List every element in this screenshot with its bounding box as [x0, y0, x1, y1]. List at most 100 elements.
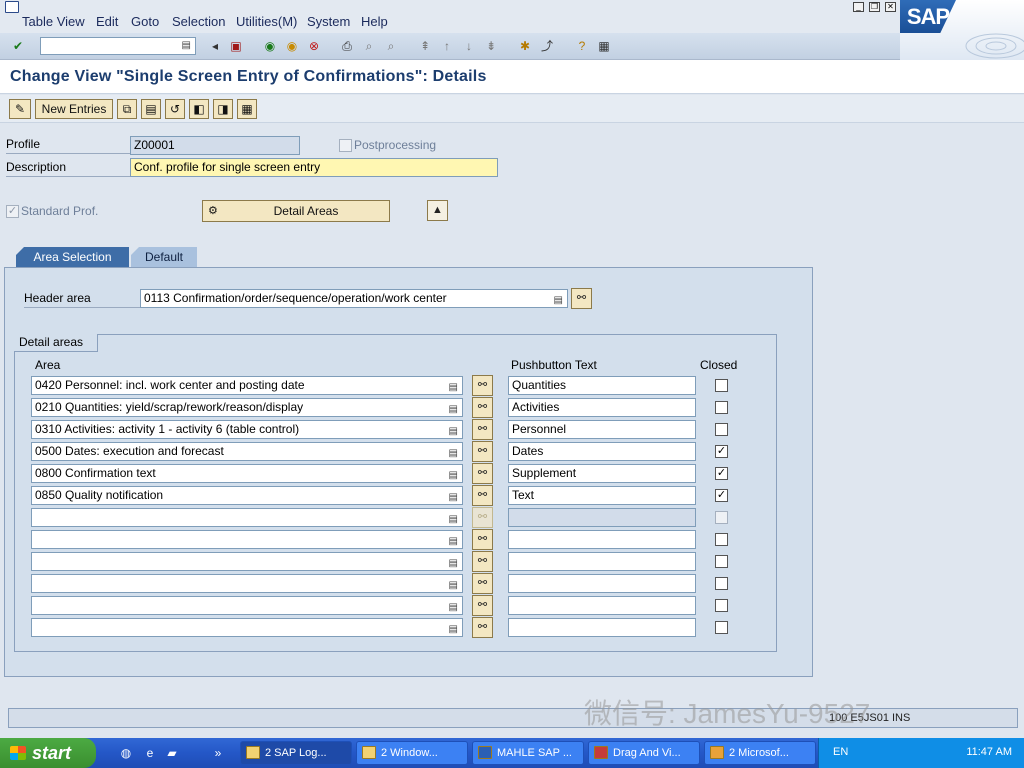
- value-help-icon[interactable]: ▤: [449, 533, 458, 548]
- pushbutton-text-field[interactable]: Supplement: [508, 464, 696, 483]
- closed-checkbox[interactable]: [715, 577, 728, 590]
- exit-icon[interactable]: ◉: [284, 38, 300, 54]
- value-help-icon[interactable]: ▤: [449, 555, 458, 570]
- closed-checkbox[interactable]: [715, 555, 728, 568]
- pushbutton-text-field[interactable]: [508, 552, 696, 571]
- task-drag-and-view[interactable]: Drag And Vi...: [588, 741, 700, 765]
- closed-checkbox[interactable]: [715, 621, 728, 634]
- detail-areas-button[interactable]: ⚙ Detail Areas: [202, 200, 390, 222]
- folder-icon[interactable]: ▰: [164, 745, 180, 761]
- back-arrow-small-icon[interactable]: ◂: [207, 38, 223, 54]
- copy-icon[interactable]: ⧉: [117, 99, 137, 119]
- tab-default[interactable]: Default: [131, 247, 197, 268]
- previous-page-icon[interactable]: ↑: [439, 38, 455, 54]
- area-field[interactable]: 0800 Confirmation text ▤: [31, 464, 463, 483]
- value-help-icon[interactable]: ▤: [449, 467, 458, 482]
- area-details-icon[interactable]: ⚯: [472, 419, 493, 440]
- previous-entry-icon[interactable]: ◧: [189, 99, 209, 119]
- task-mahle-sap[interactable]: MAHLE SAP ...: [472, 741, 584, 765]
- pushbutton-text-field[interactable]: Activities: [508, 398, 696, 417]
- profile-field[interactable]: Z00001: [130, 136, 300, 155]
- start-button[interactable]: start: [0, 738, 96, 768]
- header-area-field[interactable]: 0113 Confirmation/order/sequence/operati…: [140, 289, 568, 308]
- area-field[interactable]: 0500 Dates: execution and forecast ▤: [31, 442, 463, 461]
- layout-menu-icon[interactable]: ▦: [596, 38, 612, 54]
- closed-checkbox[interactable]: [715, 401, 728, 414]
- area-details-icon[interactable]: ⚯: [472, 463, 493, 484]
- area-details-icon[interactable]: ⚯: [472, 441, 493, 462]
- closed-checkbox[interactable]: [715, 599, 728, 612]
- area-field[interactable]: 0420 Personnel: incl. work center and po…: [31, 376, 463, 395]
- find-next-icon[interactable]: ⌕: [383, 38, 399, 54]
- close-window-icon[interactable]: ✕: [885, 2, 896, 12]
- value-help-icon[interactable]: ▤: [449, 379, 458, 394]
- area-details-icon[interactable]: ⚯: [472, 573, 493, 594]
- pushbutton-text-field[interactable]: [508, 596, 696, 615]
- area-field[interactable]: ▤: [31, 618, 463, 637]
- tab-area-selection[interactable]: Area Selection: [16, 247, 129, 268]
- closed-checkbox[interactable]: ✓: [715, 445, 728, 458]
- area-details-icon[interactable]: ⚯: [472, 551, 493, 572]
- value-help-icon[interactable]: ▤: [449, 511, 458, 526]
- task-windows[interactable]: 2 Window...: [356, 741, 468, 765]
- picture-icon[interactable]: ▲: [427, 200, 448, 221]
- pushbutton-text-field[interactable]: [508, 530, 696, 549]
- desktop-icon[interactable]: ◍: [118, 745, 134, 761]
- area-details-icon[interactable]: ⚯: [472, 617, 493, 638]
- area-details-icon[interactable]: ⚯: [472, 397, 493, 418]
- menu-goto[interactable]: Goto: [131, 14, 159, 29]
- area-field[interactable]: 0850 Quality notification ▤: [31, 486, 463, 505]
- task-sap-logon[interactable]: 2 SAP Log...: [240, 741, 352, 765]
- find-icon[interactable]: ⌕: [361, 38, 377, 54]
- back-icon[interactable]: ◉: [262, 38, 278, 54]
- closed-checkbox[interactable]: [715, 423, 728, 436]
- first-page-icon[interactable]: ⇞: [417, 38, 433, 54]
- cancel-icon[interactable]: ⊗: [306, 38, 322, 54]
- description-field[interactable]: Conf. profile for single screen entry: [130, 158, 498, 177]
- header-area-details-icon[interactable]: ⚯: [571, 288, 592, 309]
- pushbutton-text-field[interactable]: Quantities: [508, 376, 696, 395]
- value-help-icon[interactable]: ▤: [449, 621, 458, 636]
- new-session-icon[interactable]: ✱: [517, 38, 533, 54]
- restore-icon[interactable]: ❐: [869, 2, 880, 12]
- area-details-icon[interactable]: ⚯: [472, 375, 493, 396]
- undo-change-icon[interactable]: ↺: [165, 99, 185, 119]
- area-field[interactable]: ▤: [31, 508, 463, 527]
- shortcut-icon[interactable]: ⤴: [539, 38, 555, 54]
- area-field[interactable]: ▤: [31, 596, 463, 615]
- menu-table-view[interactable]: Table View: [22, 14, 85, 29]
- new-entries-button[interactable]: New Entries: [35, 99, 113, 119]
- select-all-icon[interactable]: ▦: [237, 99, 257, 119]
- area-details-icon[interactable]: ⚯: [472, 595, 493, 616]
- value-help-icon[interactable]: ▤: [449, 445, 458, 460]
- quicklaunch-more-icon[interactable]: »: [210, 745, 226, 761]
- history-icon[interactable]: ▤: [182, 40, 191, 51]
- minimize-icon[interactable]: _: [853, 2, 864, 12]
- delete-icon[interactable]: ▤: [141, 99, 161, 119]
- closed-checkbox[interactable]: ✓: [715, 489, 728, 502]
- pushbutton-text-field[interactable]: Dates: [508, 442, 696, 461]
- enter-icon[interactable]: ✔: [10, 38, 26, 54]
- closed-checkbox[interactable]: [715, 533, 728, 546]
- pushbutton-text-field[interactable]: [508, 618, 696, 637]
- ie-icon[interactable]: e: [142, 745, 158, 761]
- closed-checkbox[interactable]: ✓: [715, 467, 728, 480]
- menu-selection[interactable]: Selection: [172, 14, 225, 29]
- area-field[interactable]: ▤: [31, 530, 463, 549]
- last-page-icon[interactable]: ⇟: [483, 38, 499, 54]
- area-details-icon[interactable]: ⚯: [472, 485, 493, 506]
- pushbutton-text-field[interactable]: Personnel: [508, 420, 696, 439]
- value-help-icon[interactable]: ▤: [554, 292, 563, 307]
- next-entry-icon[interactable]: ◨: [213, 99, 233, 119]
- value-help-icon[interactable]: ▤: [449, 577, 458, 592]
- task-microsoft[interactable]: 2 Microsof...: [704, 741, 816, 765]
- closed-checkbox[interactable]: [715, 379, 728, 392]
- area-details-icon[interactable]: ⚯: [472, 529, 493, 550]
- value-help-icon[interactable]: ▤: [449, 401, 458, 416]
- value-help-icon[interactable]: ▤: [449, 423, 458, 438]
- value-help-icon[interactable]: ▤: [449, 489, 458, 504]
- help-icon[interactable]: ?: [574, 38, 590, 54]
- save-icon[interactable]: ▣: [228, 38, 244, 54]
- menu-help[interactable]: Help: [361, 14, 388, 29]
- window-menu-icon[interactable]: [5, 1, 19, 13]
